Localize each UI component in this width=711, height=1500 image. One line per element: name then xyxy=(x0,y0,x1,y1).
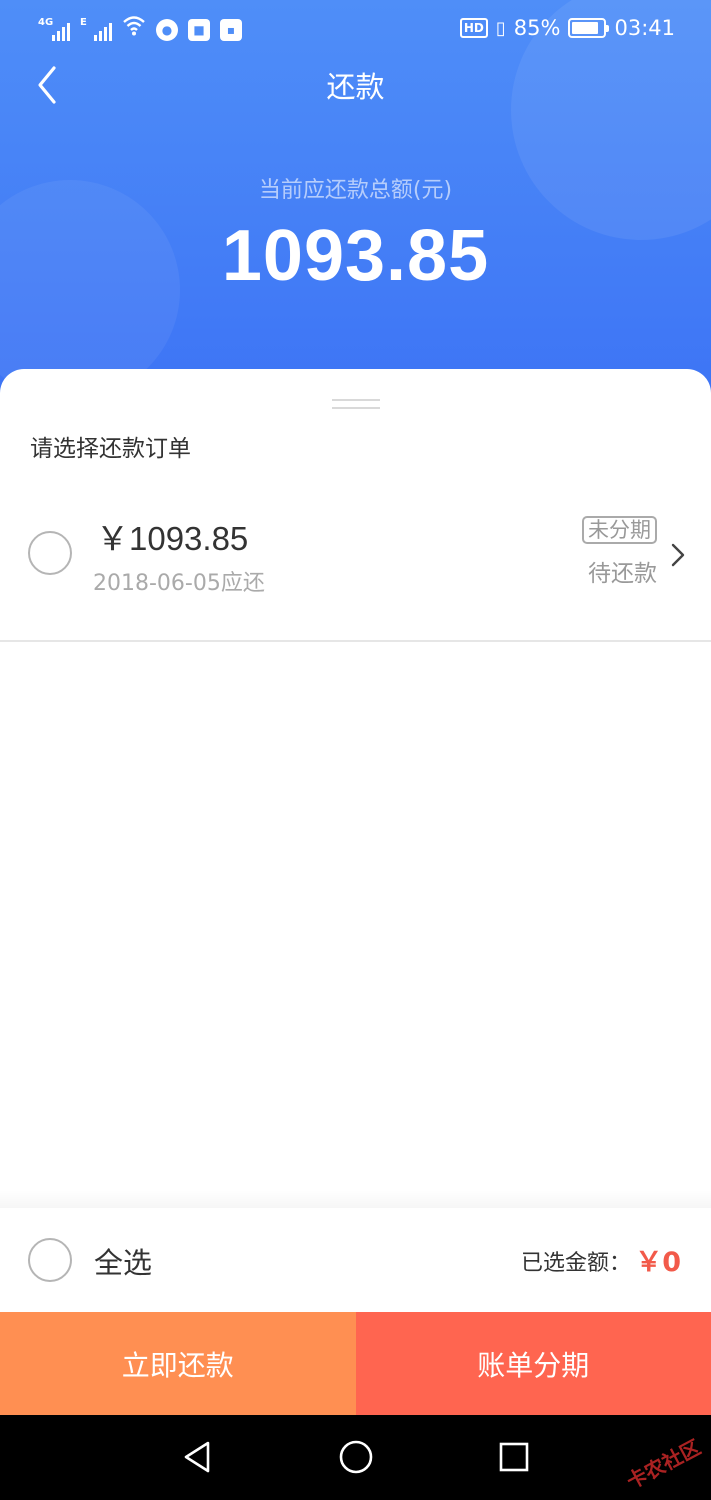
order-radio[interactable] xyxy=(28,531,72,575)
app-notification-icon: ▪ xyxy=(220,19,242,41)
system-nav-bar xyxy=(0,1415,711,1500)
battery-percent: 85% xyxy=(513,16,561,40)
network-type-label: E xyxy=(80,17,87,28)
section-title: 请选择还款订单 xyxy=(30,436,191,462)
hd-icon: HD xyxy=(459,18,488,38)
action-bar: 立即还款 账单分期 xyxy=(0,1312,711,1415)
status-bar: 4G E ● ■ ▪ HD ▯ 85% 03:41 xyxy=(0,0,711,60)
page-title: 还款 xyxy=(326,70,385,104)
battery-icon xyxy=(568,18,610,38)
installment-button[interactable]: 账单分期 xyxy=(355,1312,711,1415)
vibrate-icon: ▯ xyxy=(495,17,506,39)
app-notification-icon: ■ xyxy=(188,19,210,41)
chevron-right-icon xyxy=(671,543,685,567)
signal-icon: 4G xyxy=(38,17,70,41)
square-recent-icon[interactable] xyxy=(494,1437,534,1477)
signal-icon: E xyxy=(80,17,112,41)
triangle-back-icon[interactable] xyxy=(178,1437,218,1477)
clock: 03:41 xyxy=(614,16,675,40)
total-amount-label: 当前应还款总额(元) xyxy=(258,178,453,203)
drag-handle[interactable] xyxy=(332,399,380,409)
total-amount-value: 1093.85 xyxy=(221,216,490,296)
selected-amount-label: 已选金额： xyxy=(520,1251,631,1276)
header: 4G E ● ■ ▪ HD ▯ 85% 03:41 还款 当前应还款总额(元) … xyxy=(0,0,711,400)
network-type-label: 4G xyxy=(38,17,54,28)
order-row[interactable]: ￥1093.85 2018-06-05应还 未分期 待还款 xyxy=(0,484,711,642)
installment-tag: 未分期 xyxy=(582,516,657,544)
select-all-bar: 全选 已选金额： ￥0 xyxy=(0,1208,711,1312)
order-selection-card: 请选择还款订单 ￥1093.85 2018-06-05应还 未分期 待还款 xyxy=(0,369,711,1209)
select-all-radio[interactable] xyxy=(28,1238,72,1282)
pay-now-button[interactable]: 立即还款 xyxy=(0,1312,356,1415)
footer-shadow xyxy=(0,1190,711,1208)
circle-home-icon[interactable] xyxy=(336,1437,376,1477)
select-all-label[interactable]: 全选 xyxy=(94,1240,152,1282)
order-amount: ￥1093.85 xyxy=(96,520,249,557)
wifi-icon xyxy=(122,14,146,41)
app-notification-icon: ● xyxy=(156,19,178,41)
order-due-date: 2018-06-05应还 xyxy=(93,571,265,596)
order-status: 待还款 xyxy=(588,561,657,587)
selected-amount-value: ￥0 xyxy=(635,1247,681,1278)
